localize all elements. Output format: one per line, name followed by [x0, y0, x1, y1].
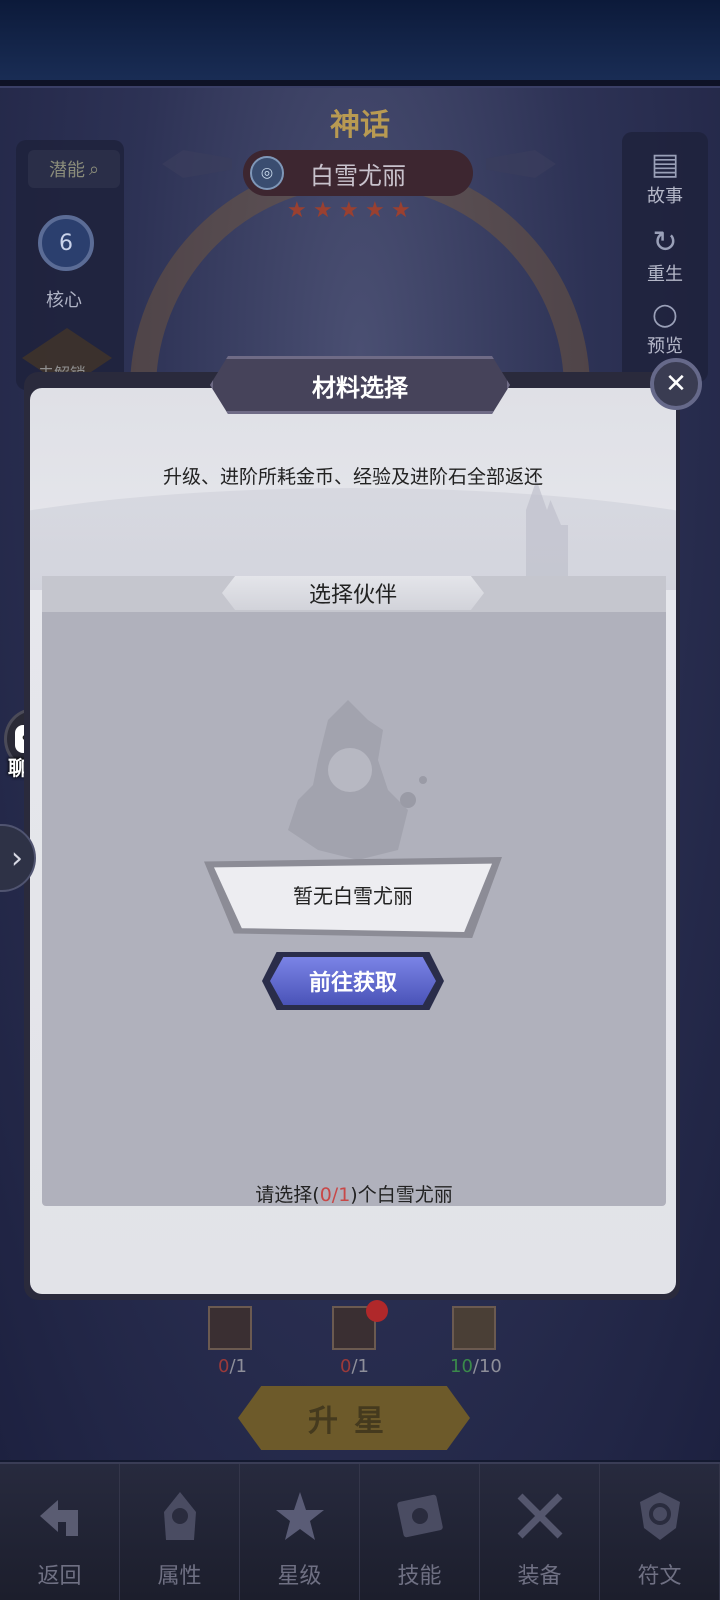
- core-level-badge[interactable]: 6: [38, 215, 94, 271]
- tab-label: 返回: [37, 1564, 82, 1589]
- star-icon: ★: [365, 198, 385, 223]
- star-rating: ★ ★ ★ ★ ★: [287, 200, 413, 222]
- tab-back[interactable]: 返回: [0, 1464, 120, 1600]
- tab-label: 技能: [397, 1564, 442, 1589]
- select-title: 选择伙伴: [308, 583, 397, 608]
- book-icon: ▤: [650, 147, 680, 182]
- notification-dot: [366, 1300, 388, 1322]
- close-button[interactable]: ✕: [650, 358, 702, 410]
- refresh-icon: ↻: [652, 225, 678, 260]
- selection-count: 0/1: [319, 1184, 351, 1206]
- core-level: 6: [59, 230, 73, 256]
- material-count-2: 0/1: [340, 1356, 369, 1377]
- tab-label: 星级: [277, 1564, 322, 1589]
- rune-shield-icon: [639, 1492, 680, 1540]
- material-slot-1[interactable]: [208, 1306, 252, 1350]
- core-label: 核心: [46, 290, 82, 311]
- rarity-title: 神话: [330, 108, 390, 143]
- tab-star-level[interactable]: 星级: [240, 1464, 360, 1600]
- hero-name: 白雪尤丽: [310, 161, 406, 190]
- tab-skills[interactable]: 技能: [360, 1464, 480, 1600]
- material-count-1: 0/1: [218, 1356, 247, 1377]
- top-frame: [0, 80, 720, 88]
- go-obtain-label: 前往获取: [308, 971, 397, 996]
- tab-label: 符文: [637, 1564, 682, 1589]
- empty-state-plate: 暂无白雪尤丽: [214, 863, 492, 932]
- magnifier-icon: ○: [651, 297, 679, 332]
- close-icon: ✕: [665, 369, 687, 399]
- top-sky-border: [0, 0, 720, 90]
- preview-label: 预览: [647, 336, 683, 357]
- material-count-3: 10/10: [450, 1356, 502, 1377]
- refund-note: 升级、进阶所耗金币、经验及进阶石全部返还: [162, 466, 543, 488]
- story-label: 故事: [647, 186, 683, 207]
- spellbook-icon: [396, 1494, 443, 1538]
- go-obtain-button[interactable]: 前往获取: [270, 957, 436, 1005]
- tab-attributes[interactable]: 属性: [120, 1464, 240, 1600]
- rebirth-button[interactable]: ↻ 重生: [622, 226, 708, 286]
- preview-button[interactable]: ○ 预览: [622, 298, 708, 358]
- chevron-right-icon: ›: [11, 840, 23, 876]
- selection-count-text: 请选择(0/1)个白雪尤丽: [255, 1184, 453, 1206]
- tab-label: 属性: [157, 1564, 202, 1589]
- story-button[interactable]: ▤ 故事: [622, 148, 708, 208]
- tab-label: 装备: [517, 1564, 562, 1589]
- star-icon: ★: [287, 198, 307, 223]
- bottom-tab-bar: 返回 属性 星级 技能 装备 符文: [0, 1462, 720, 1600]
- dialog-title-plate: 材料选择: [210, 356, 510, 414]
- search-icon: ⌕: [88, 158, 100, 180]
- rebirth-label: 重生: [647, 264, 683, 285]
- back-icon: [39, 1500, 78, 1536]
- star-icon: ★: [339, 198, 359, 223]
- tab-equipment[interactable]: 装备: [480, 1464, 600, 1600]
- character-silhouette-icon: [288, 700, 427, 860]
- dialog-title: 材料选择: [312, 373, 408, 402]
- potential-button[interactable]: 潜能 ⌕: [28, 150, 120, 188]
- crossed-swords-icon: [517, 1493, 562, 1539]
- hooded-figure-icon: [163, 1492, 196, 1540]
- potential-label: 潜能: [48, 160, 85, 181]
- star-up-button[interactable]: 升星: [238, 1386, 470, 1450]
- star-emblem-icon: [275, 1492, 324, 1540]
- select-title-plate: 选择伙伴: [222, 576, 484, 610]
- star-icon: ★: [313, 198, 333, 223]
- tab-runes[interactable]: 符文: [600, 1464, 720, 1600]
- empty-state-text: 暂无白雪尤丽: [293, 883, 413, 908]
- material-slot-3[interactable]: [452, 1306, 496, 1350]
- star-icon: ★: [391, 198, 411, 223]
- element-icon: ◎: [250, 156, 284, 190]
